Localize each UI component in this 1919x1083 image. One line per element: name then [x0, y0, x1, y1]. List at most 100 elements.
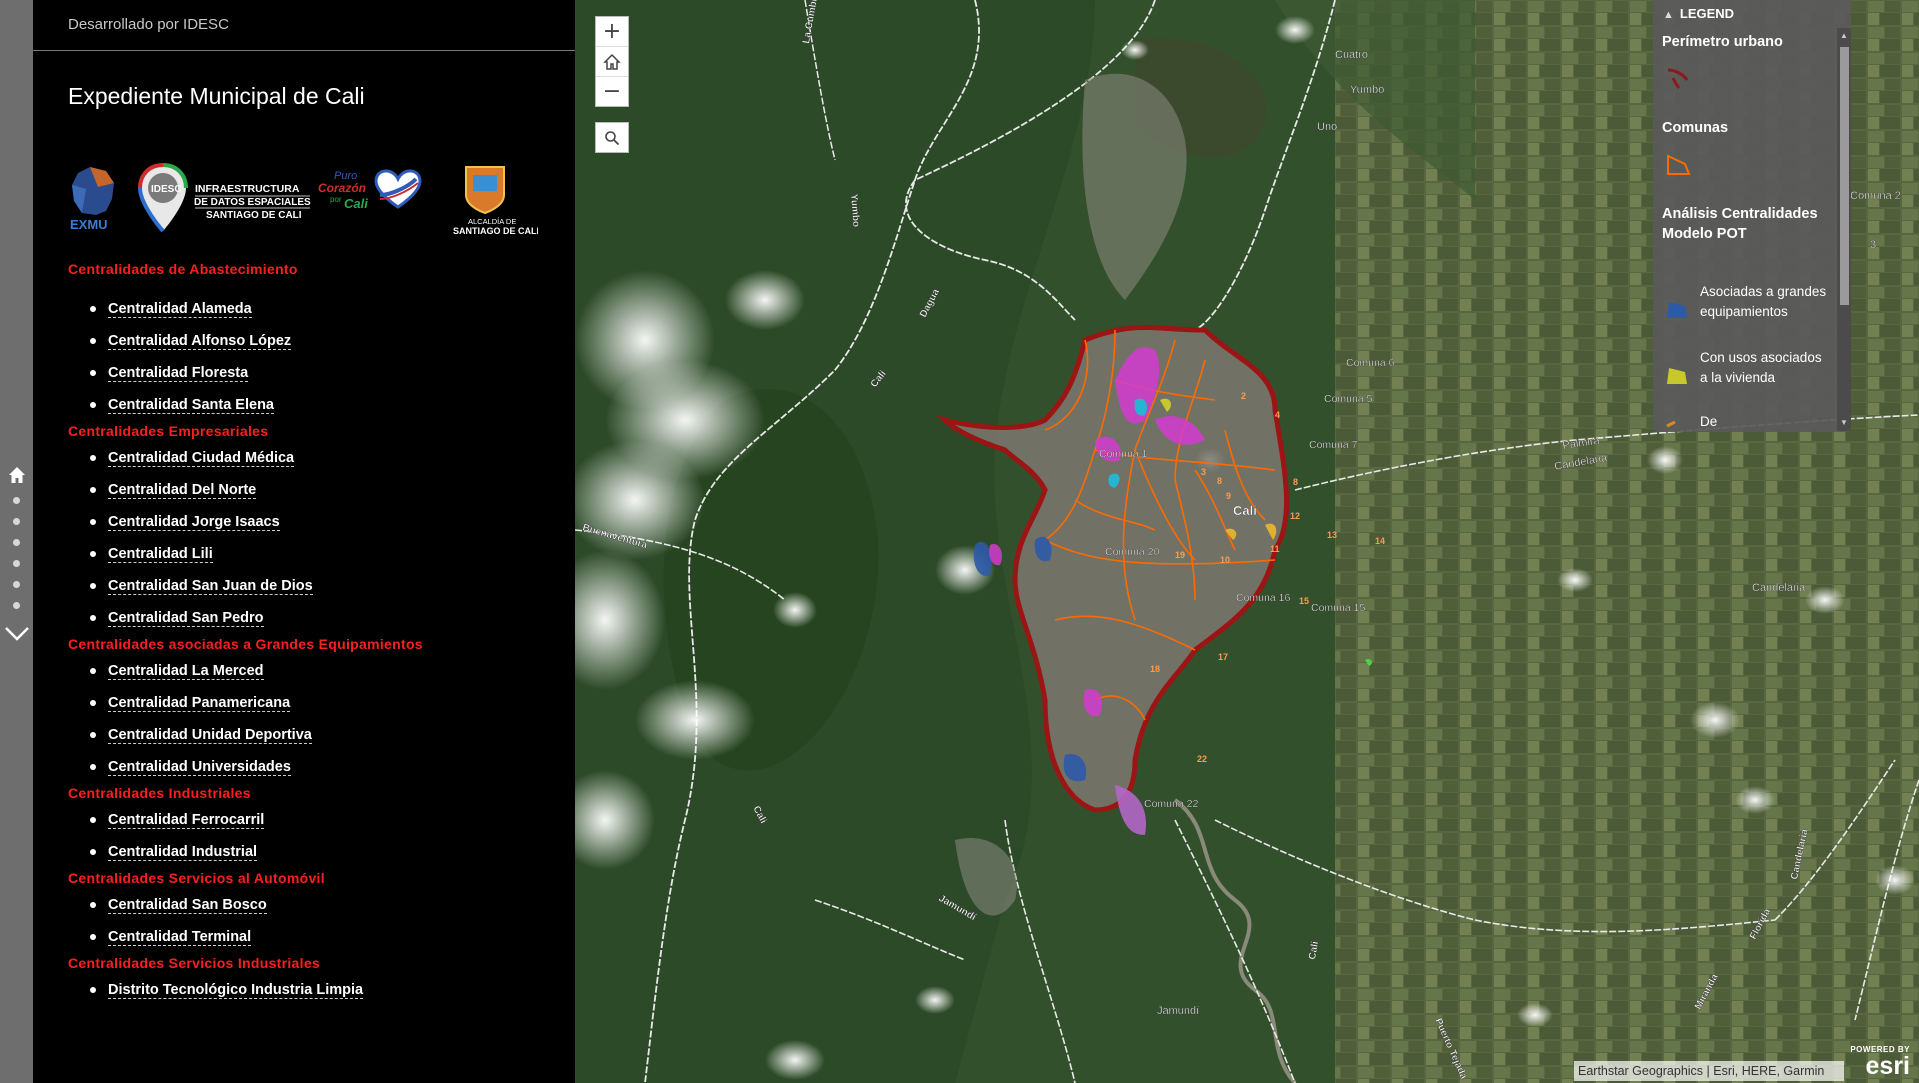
list-item-link[interactable]: Centralidad San Pedro [108, 610, 264, 627]
svg-text:9: 9 [1226, 491, 1231, 501]
svg-text:10: 10 [1220, 555, 1230, 565]
list-item-link[interactable]: Centralidad Panamericana [108, 695, 291, 712]
section-title: Centralidades Empresariales [68, 423, 269, 439]
svg-text:SANTIAGO DE CALI: SANTIAGO DE CALI [453, 226, 538, 236]
list-item-link[interactable]: Centralidad Terminal [108, 929, 252, 946]
scroll-down-icon[interactable]: ▼ [1840, 418, 1848, 427]
legend-title: LEGEND [1679, 6, 1735, 21]
list-item-link[interactable]: Centralidad La Merced [108, 663, 264, 680]
list-item[interactable]: Distrito Tecnológico Industria Limpia [68, 974, 568, 1006]
section-title: Centralidades Servicios al Automóvil [68, 870, 325, 886]
svg-text:12: 12 [1290, 511, 1300, 521]
svg-text:Comuna 16: Comuna 16 [1236, 592, 1290, 604]
equipamientos-swatch [1667, 302, 1687, 318]
list-item[interactable]: Centralidad Universidades [68, 751, 568, 783]
nav-dot[interactable] [13, 497, 20, 504]
nav-dot[interactable] [13, 602, 20, 609]
credit-text: Desarrollado por IDESC [68, 16, 229, 33]
legend-scrollbar[interactable]: ▲ ▼ [1837, 28, 1851, 431]
svg-text:14: 14 [1375, 536, 1385, 546]
puro-corazon-logo: Puro Corazón por Cali [318, 169, 422, 211]
home-icon[interactable] [8, 466, 26, 484]
list-item-link[interactable]: Centralidad Lili [108, 546, 213, 563]
list-item[interactable]: Centralidad Del Norte [68, 474, 568, 506]
list-item[interactable]: Centralidad Ferrocarril [68, 804, 568, 836]
zoom-in-button[interactable]: + [596, 17, 628, 47]
chevron-down-icon[interactable] [4, 624, 30, 644]
nav-dot[interactable] [13, 581, 20, 588]
list-item-link[interactable]: Centralidad Del Norte [108, 482, 257, 499]
exmu-logo: EXMU [70, 167, 114, 232]
list-item[interactable]: Centralidad Panamericana [68, 687, 568, 719]
side-panel: Desarrollado por IDESC Expediente Munici… [33, 0, 575, 1083]
idesc-wordmark: INFRAESTRUCTURA DE DATOS ESPACIALES SANT… [194, 183, 311, 221]
list-item-link[interactable]: Centralidad Alameda [108, 301, 252, 318]
list-item-link[interactable]: Centralidad Alfonso López [108, 333, 292, 350]
list-item[interactable]: Centralidad Lili [68, 538, 568, 570]
list-item-link[interactable]: Centralidad San Bosco [108, 897, 267, 914]
nav-dot[interactable] [13, 539, 20, 546]
list-item-link[interactable]: Centralidad Industrial [108, 844, 258, 861]
scroll-up-icon[interactable]: ▲ [1840, 31, 1848, 40]
list-item-link[interactable]: Centralidad Floresta [108, 365, 249, 382]
svg-text:SANTIAGO DE CALI: SANTIAGO DE CALI [206, 210, 302, 221]
svg-text:Uno: Uno [1317, 121, 1337, 133]
legend-layer-title: Comunas [1662, 120, 1729, 136]
comunas-swatch [1667, 154, 1691, 175]
svg-text:Yumbo: Yumbo [848, 193, 861, 227]
alcaldia-logo: ALCALDÍA DE SANTIAGO DE CALI [453, 166, 538, 236]
svg-text:8: 8 [1217, 476, 1222, 486]
perimetro-swatch [1667, 68, 1689, 90]
svg-text:Comuna 15: Comuna 15 [1311, 602, 1365, 614]
list-item[interactable]: Centralidad Unidad Deportiva [68, 719, 568, 751]
search-button[interactable] [595, 122, 629, 153]
list-item[interactable]: Centralidad Jorge Isaacs [68, 506, 568, 538]
list-item-link[interactable]: Centralidad Jorge Isaacs [108, 514, 280, 531]
list-item-link[interactable]: Centralidad Universidades [108, 759, 291, 776]
svg-text:Comuna 20: Comuna 20 [1105, 546, 1159, 558]
section-title: Centralidades Servicios Industriales [68, 955, 321, 971]
list-item-link[interactable]: Centralidad Santa Elena [108, 397, 274, 414]
esri-logo: POWERED BY esri [1848, 1045, 1910, 1079]
list-item-link[interactable]: Centralidad Unidad Deportiva [108, 727, 312, 744]
list-item-link[interactable]: Distrito Tecnológico Industria Limpia [108, 982, 364, 999]
divider [33, 50, 575, 51]
svg-text:Comuna 1: Comuna 1 [1099, 448, 1148, 460]
list-item[interactable]: Centralidad Santa Elena [68, 389, 568, 421]
list-item[interactable]: Centralidad Floresta [68, 357, 568, 389]
map-attribution: Earthstar Geographics | Esri, HERE, Garm… [1574, 1061, 1844, 1081]
section-title: Centralidades Industriales [68, 785, 251, 801]
list-item[interactable]: Centralidad Ciudad Médica [68, 442, 568, 474]
list-item[interactable]: Centralidad San Bosco [68, 889, 568, 921]
legend-toggle[interactable]: ▲ LEGEND [1663, 6, 1734, 21]
list-item[interactable]: Centralidad Alameda [68, 293, 568, 325]
list-item-link[interactable]: Centralidad San Juan de Dios [108, 578, 313, 595]
svg-text:Candelaria: Candelaria [1752, 582, 1806, 594]
nav-dot[interactable] [13, 518, 20, 525]
home-extent-button[interactable] [596, 47, 628, 77]
svg-text:Jamundí: Jamundí [1157, 1005, 1199, 1017]
legend-panel: ▲ LEGEND Perímetro urbano Comunas Análisi… [1653, 0, 1851, 432]
zoom-out-button[interactable]: − [596, 77, 628, 106]
story-nav-rail [0, 0, 33, 1083]
svg-text:DE DATOS ESPACIALES: DE DATOS ESPACIALES [194, 197, 311, 208]
svg-text:Cali: Cali [1233, 503, 1257, 518]
home-icon [603, 53, 621, 70]
de-swatch [1666, 420, 1676, 428]
list-item[interactable]: Centralidad La Merced [68, 655, 568, 687]
list-item[interactable]: Centralidad San Juan de Dios [68, 570, 568, 602]
vivienda-swatch [1667, 368, 1687, 384]
svg-text:4: 4 [1275, 410, 1280, 420]
svg-text:ALCALDÍA DE: ALCALDÍA DE [468, 217, 516, 226]
list-item[interactable]: Centralidad Industrial [68, 836, 568, 868]
list-item-link[interactable]: Centralidad Ferrocarril [108, 812, 265, 829]
scrollbar-thumb[interactable] [1840, 47, 1849, 305]
list-item[interactable]: Centralidad San Pedro [68, 602, 568, 634]
section-title: Centralidades asociadas a Grandes Equipa… [68, 636, 423, 652]
nav-dot[interactable] [13, 560, 20, 567]
list-item[interactable]: Centralidad Terminal [68, 921, 568, 953]
list-item[interactable]: Centralidad Alfonso López [68, 325, 568, 357]
legend-class-label: De [1700, 414, 1718, 428]
list-item-link[interactable]: Centralidad Ciudad Médica [108, 450, 295, 467]
svg-text:Comuna 2: Comuna 2 [1850, 190, 1901, 202]
